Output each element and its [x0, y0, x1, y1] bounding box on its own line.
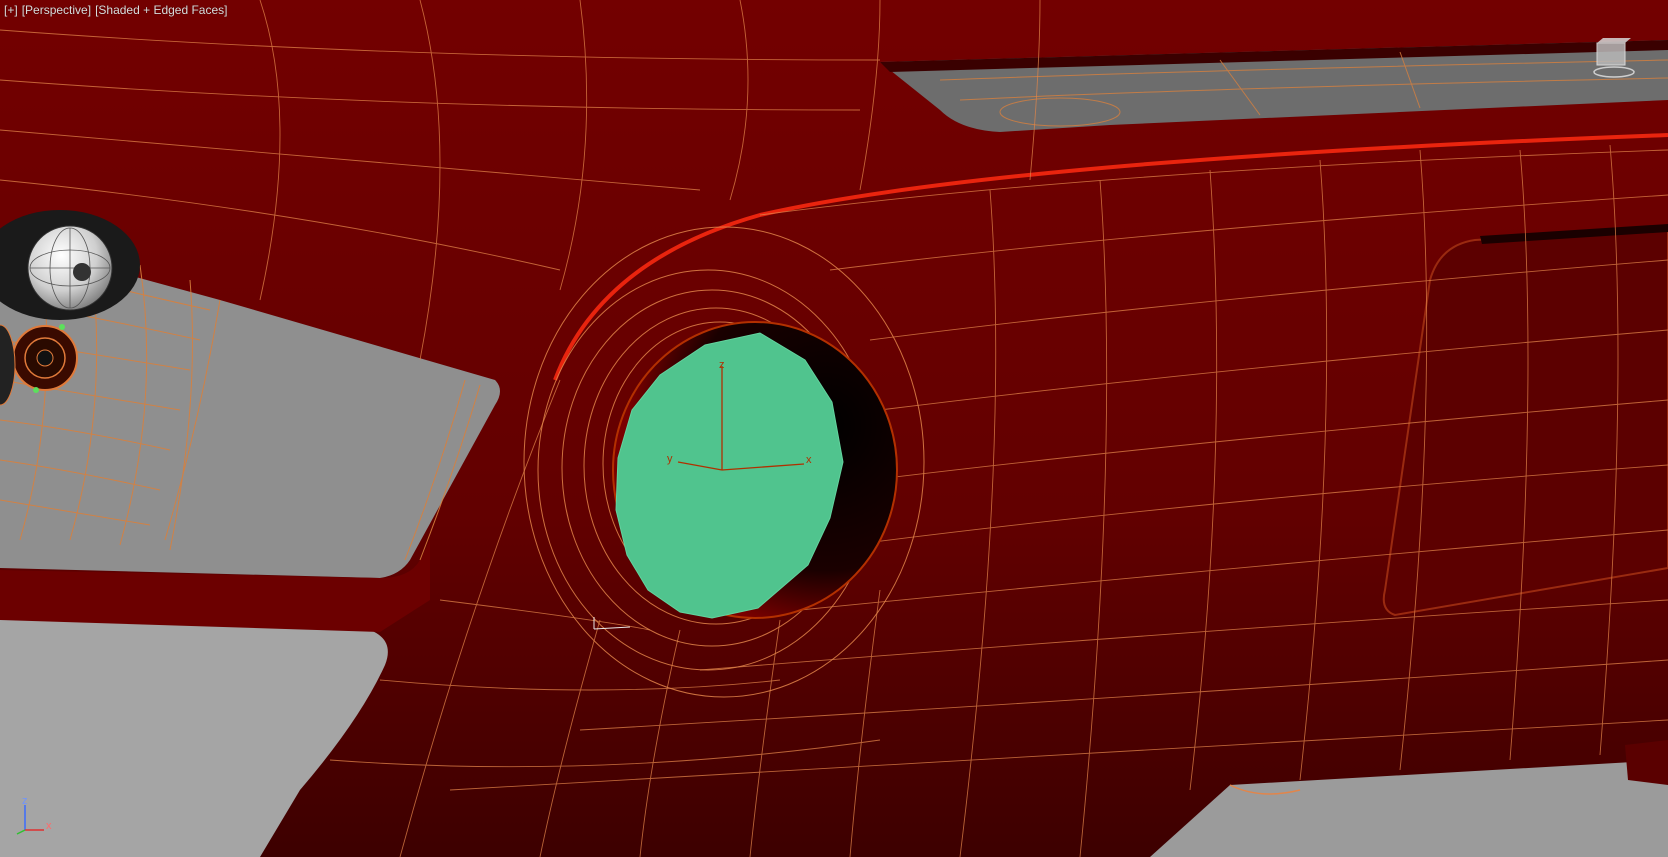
gizmo-z-label: z [719, 359, 725, 371]
shading-mode-label[interactable]: [Shaded + Edged Faces] [95, 3, 227, 17]
car-mesh-scene[interactable]: z x y z x [0, 0, 1668, 857]
viewport-menu-button[interactable]: [+] [4, 3, 18, 17]
world-z-label: z [22, 795, 28, 807]
viewport-label-bar: [+] [Perspective] [Shaded + Edged Faces] [4, 3, 232, 17]
view-type-label[interactable]: [Perspective] [22, 3, 91, 17]
world-x-label: x [46, 820, 52, 832]
gizmo-y-label: y [667, 453, 673, 465]
rear-bumper-flap [1625, 740, 1668, 785]
gizmo-x-label: x [806, 454, 812, 466]
perspective-viewport[interactable]: z x y z x [+] [Perspective] [Shaded + Edge [0, 0, 1668, 857]
